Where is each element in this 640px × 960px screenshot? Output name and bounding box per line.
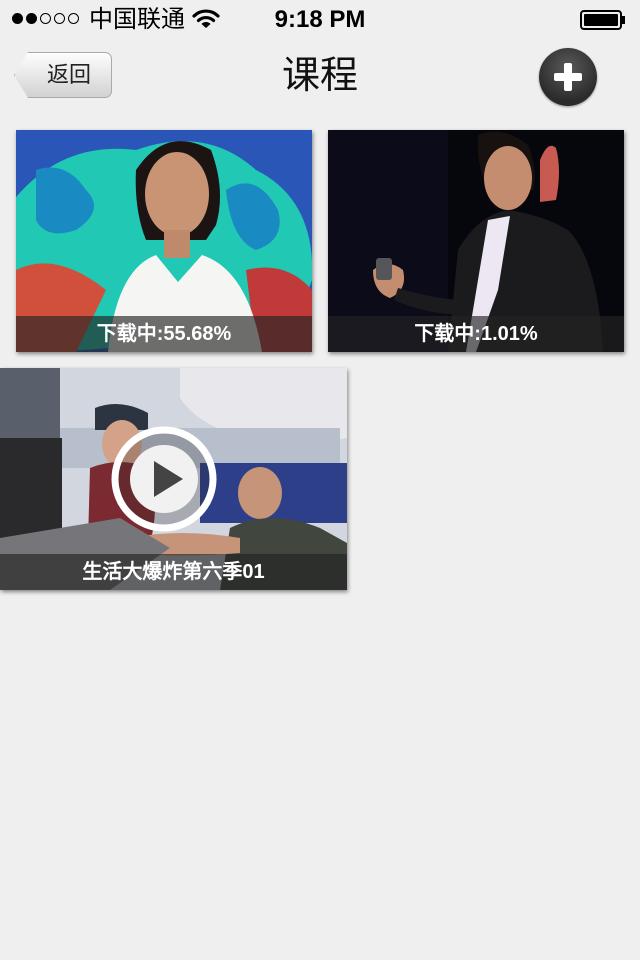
course-card[interactable]: 下载中:55.68%: [16, 130, 312, 352]
course-card[interactable]: 下载中:1.01%: [328, 130, 624, 352]
add-icon: [554, 63, 582, 91]
course-title: 生活大爆炸第六季01: [0, 554, 347, 590]
page-title: 课程: [281, 55, 358, 97]
battery-icon: [580, 10, 625, 30]
clock: 9:18 PM: [274, 6, 366, 33]
navigation-bar: 返回 课程: [0, 40, 640, 128]
course-status: 下载中:55.68%: [16, 316, 312, 352]
play-icon[interactable]: [110, 425, 218, 533]
status-bar: 中国联通 9:18 PM: [0, 0, 640, 40]
course-status: 下载中:1.01%: [328, 316, 624, 352]
back-button[interactable]: 返回: [14, 52, 112, 98]
add-button[interactable]: [539, 48, 597, 106]
